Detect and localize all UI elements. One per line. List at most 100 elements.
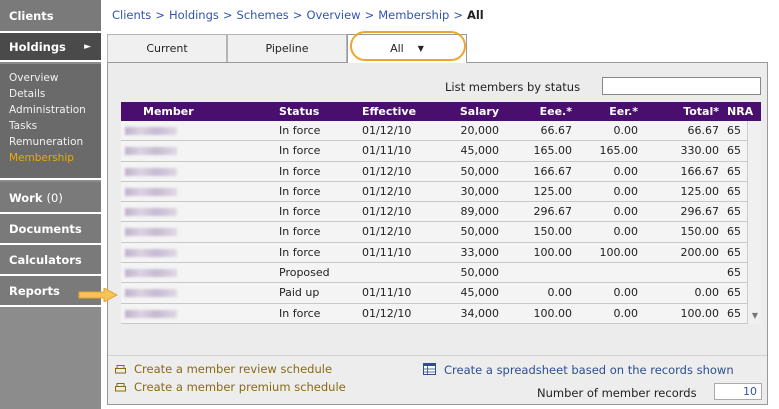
status-cell: In force	[279, 184, 321, 198]
create-spreadsheet-link[interactable]: Create a spreadsheet based on the record…	[423, 363, 734, 377]
submenu-item-overview[interactable]: Overview	[9, 70, 101, 86]
eer-cell: 0.00	[613, 184, 639, 198]
create-review-schedule-link[interactable]: Create a member review schedule	[115, 362, 332, 376]
status-cell: In force	[279, 306, 321, 320]
status-cell: Proposed	[279, 266, 330, 280]
header-total[interactable]: Total*	[683, 102, 719, 121]
salary-cell: 50,000	[460, 164, 500, 178]
holdings-submenu: Overview Details Administration Tasks Re…	[0, 64, 101, 180]
member-name-redacted[interactable]	[125, 167, 177, 176]
salary-cell: 50,000	[460, 225, 500, 239]
sidebar-item-clients[interactable]: Clients	[0, 0, 101, 33]
status-cell: In force	[279, 164, 321, 178]
breadcrumb-clients[interactable]: Clients	[112, 8, 151, 22]
total-cell: 0.00	[694, 286, 720, 300]
status-cell: Paid up	[279, 286, 320, 300]
eee-cell: 0.00	[547, 286, 573, 300]
header-status[interactable]: Status	[279, 102, 319, 121]
submenu-item-details[interactable]: Details	[9, 86, 101, 102]
printer-icon	[115, 383, 126, 392]
eee-cell: 165.00	[533, 144, 573, 158]
sidebar-item-documents[interactable]: Documents	[0, 214, 101, 245]
table-row[interactable]: In force 01/12/10 20,000 66.67 0.00 66.67 65	[121, 121, 761, 142]
table-body: In force 01/12/10 20,000 66.67 0.00 66.67 65 In…	[121, 121, 761, 324]
sidebar-item-holdings[interactable]: Holdings ►	[0, 33, 101, 62]
status-filter-input[interactable]	[602, 77, 761, 95]
salary-cell: 30,000	[460, 184, 500, 198]
table-row[interactable]: In force 01/11/10 45,000 165.00 165.00 330.00…	[121, 141, 761, 162]
header-member[interactable]: Member	[143, 102, 194, 121]
member-name-redacted[interactable]	[125, 309, 177, 318]
eee-cell: 100.00	[533, 245, 573, 259]
breadcrumb-membership[interactable]: Membership	[378, 8, 449, 22]
header-effective[interactable]: Effective	[362, 102, 416, 121]
sidebar-item-work[interactable]: Work (0)	[0, 182, 101, 214]
table-row[interactable]: In force 01/11/10 33,000 100.00 100.00 200.00…	[121, 242, 761, 264]
member-cell	[125, 222, 177, 242]
status-cell: In force	[279, 245, 321, 259]
scroll-down-icon[interactable]: ▼	[752, 311, 758, 320]
member-name-redacted[interactable]	[125, 289, 177, 298]
arrow-right-icon	[78, 288, 118, 302]
breadcrumb-overview[interactable]: Overview	[306, 8, 360, 22]
member-name-redacted[interactable]	[125, 269, 177, 278]
submenu-item-remuneration[interactable]: Remuneration	[9, 134, 101, 150]
submenu-item-membership[interactable]: Membership	[9, 150, 101, 166]
effective-cell: 01/12/10	[362, 205, 412, 219]
table-row[interactable]: In force 01/12/10 34,000 100.00 0.00 100.00 65	[121, 303, 761, 324]
eer-cell: 0.00	[613, 205, 639, 219]
eee-cell: 100.00	[533, 306, 573, 320]
member-name-redacted[interactable]	[125, 208, 177, 217]
eee-cell: 296.67	[533, 205, 573, 219]
header-eee[interactable]: Eee.*	[540, 102, 572, 121]
member-name-redacted[interactable]	[125, 127, 177, 135]
table-row[interactable]: Proposed 50,000 65	[121, 263, 761, 284]
nra-cell: 65	[727, 124, 741, 137]
header-eer[interactable]: Eer.*	[609, 102, 638, 121]
breadcrumb-holdings[interactable]: Holdings	[169, 8, 219, 22]
tab-pipeline[interactable]: Pipeline	[227, 34, 347, 62]
effective-cell: 01/11/10	[362, 245, 412, 259]
table-row[interactable]: In force 01/12/10 89,000 296.67 0.00 296.67 65	[121, 202, 761, 223]
total-cell: 100.00	[680, 306, 720, 320]
table-row[interactable]: Paid up 01/11/10 45,000 0.00 0.00 0.00 65	[121, 283, 761, 304]
member-name-redacted[interactable]	[125, 248, 177, 257]
effective-cell: 01/12/10	[362, 184, 412, 198]
nra-cell: 65	[727, 144, 741, 158]
total-cell: 66.67	[687, 124, 720, 137]
header-salary[interactable]: Salary	[460, 102, 499, 121]
salary-cell: 45,000	[460, 286, 500, 300]
table-scrollbar[interactable]: ▼	[747, 121, 761, 324]
header-nra[interactable]: NRA	[727, 102, 753, 121]
member-cell	[125, 141, 177, 161]
member-name-redacted[interactable]	[125, 147, 177, 156]
eee-cell: 66.67	[540, 124, 573, 137]
tab-current[interactable]: Current	[107, 34, 227, 62]
nra-cell: 65	[727, 225, 741, 239]
table-row[interactable]: In force 01/12/10 50,000 166.67 0.00 166.67 65	[121, 161, 761, 182]
sidebar-item-calculators[interactable]: Calculators	[0, 245, 101, 276]
status-filter-label: List members by status	[445, 80, 581, 94]
create-premium-schedule-link[interactable]: Create a member premium schedule	[115, 380, 346, 394]
status-cell: In force	[279, 144, 321, 158]
member-cell	[125, 243, 177, 263]
work-count: (0)	[46, 191, 63, 205]
salary-cell: 50,000	[460, 266, 500, 280]
total-cell: 166.67	[680, 164, 720, 178]
submenu-item-administration[interactable]: Administration	[9, 102, 101, 118]
eer-cell: 0.00	[613, 225, 639, 239]
nra-cell: 65	[727, 184, 741, 198]
nra-cell: 65	[727, 306, 741, 320]
table-row[interactable]: In force 01/12/10 30,000 125.00 0.00 125.00 65	[121, 181, 761, 203]
salary-cell: 89,000	[460, 205, 500, 219]
nra-cell: 65	[727, 266, 741, 280]
submenu-item-tasks[interactable]: Tasks	[9, 118, 101, 134]
member-name-redacted[interactable]	[125, 228, 177, 237]
member-name-redacted[interactable]	[125, 187, 177, 196]
breadcrumb-schemes[interactable]: Schemes	[237, 8, 289, 22]
effective-cell: 01/12/10	[362, 124, 412, 137]
nra-cell: 65	[727, 245, 741, 259]
nra-cell: 65	[727, 205, 741, 219]
chevron-right-icon: ►	[84, 42, 91, 52]
table-row[interactable]: In force 01/12/10 50,000 150.00 0.00 150.00 65	[121, 222, 761, 243]
